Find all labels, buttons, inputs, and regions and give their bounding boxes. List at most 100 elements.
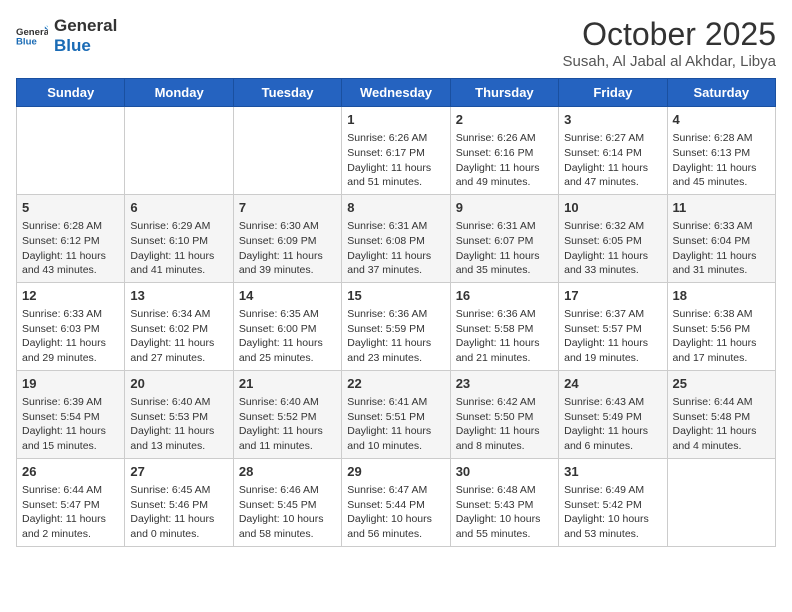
calendar-cell: 9 Sunrise: 6:31 AM Sunset: 6:07 PM Daylig…: [450, 194, 558, 282]
calendar-cell: 3 Sunrise: 6:27 AM Sunset: 6:14 PM Daylig…: [559, 107, 667, 195]
day-number: 29: [347, 463, 444, 481]
calendar-cell: 8 Sunrise: 6:31 AM Sunset: 6:08 PM Daylig…: [342, 194, 450, 282]
day-info: Sunrise: 6:49 AM Sunset: 5:42 PM Dayligh…: [564, 483, 661, 542]
calendar-body: 1 Sunrise: 6:26 AM Sunset: 6:17 PM Daylig…: [17, 107, 776, 547]
calendar-cell: 17Sunrise: 6:37 AM Sunset: 5:57 PM Dayli…: [559, 282, 667, 370]
day-info: Sunrise: 6:32 AM Sunset: 6:05 PM Dayligh…: [564, 219, 661, 278]
day-number: 26: [22, 463, 119, 481]
calendar-cell: [667, 458, 775, 546]
day-info: Sunrise: 6:40 AM Sunset: 5:52 PM Dayligh…: [239, 395, 336, 454]
calendar-cell: 15 Sunrise: 6:36 AM Sunset: 5:59 PM Dayli…: [342, 282, 450, 370]
location-subtitle: Susah, Al Jabal al Akhdar, Libya: [563, 53, 776, 70]
day-number: 25: [673, 375, 770, 393]
day-info: Sunrise: 6:36 AM Sunset: 5:58 PM Dayligh…: [456, 307, 553, 366]
weekday-header-friday: Friday: [559, 79, 667, 107]
logo: General Blue General Blue: [16, 16, 117, 57]
calendar-cell: 2Sunrise: 6:26 AM Sunset: 6:16 PM Daylig…: [450, 107, 558, 195]
day-number: 11: [673, 199, 770, 217]
month-title: October 2025: [563, 16, 776, 53]
logo-svg: General Blue: [16, 20, 48, 52]
day-number: 14: [239, 287, 336, 305]
calendar-cell: [125, 107, 233, 195]
weekday-header-saturday: Saturday: [667, 79, 775, 107]
logo-general-text: General: [54, 16, 117, 36]
calendar-cell: 6 Sunrise: 6:29 AM Sunset: 6:10 PM Daylig…: [125, 194, 233, 282]
calendar-cell: 4 Sunrise: 6:28 AM Sunset: 6:13 PM Daylig…: [667, 107, 775, 195]
day-number: 23: [456, 375, 553, 393]
day-info: Sunrise: 6:33 AM Sunset: 6:03 PM Dayligh…: [22, 307, 119, 366]
calendar-cell: 11Sunrise: 6:33 AM Sunset: 6:04 PM Dayli…: [667, 194, 775, 282]
calendar-week-3: 19Sunrise: 6:39 AM Sunset: 5:54 PM Dayli…: [17, 370, 776, 458]
day-number: 1: [347, 111, 444, 129]
day-number: 31: [564, 463, 661, 481]
day-info: Sunrise: 6:27 AM Sunset: 6:14 PM Dayligh…: [564, 131, 661, 190]
calendar-header: SundayMondayTuesdayWednesdayThursdayFrid…: [17, 79, 776, 107]
day-number: 8: [347, 199, 444, 217]
day-number: 30: [456, 463, 553, 481]
day-number: 20: [130, 375, 227, 393]
day-number: 9: [456, 199, 553, 217]
calendar-cell: 12 Sunrise: 6:33 AM Sunset: 6:03 PM Dayli…: [17, 282, 125, 370]
weekday-header-tuesday: Tuesday: [233, 79, 341, 107]
calendar-cell: 14 Sunrise: 6:35 AM Sunset: 6:00 PM Dayli…: [233, 282, 341, 370]
calendar-cell: 24 Sunrise: 6:43 AM Sunset: 5:49 PM Dayli…: [559, 370, 667, 458]
calendar-week-0: 1 Sunrise: 6:26 AM Sunset: 6:17 PM Daylig…: [17, 107, 776, 195]
calendar-week-4: 26 Sunrise: 6:44 AM Sunset: 5:47 PM Dayli…: [17, 458, 776, 546]
day-info: Sunrise: 6:28 AM Sunset: 6:13 PM Dayligh…: [673, 131, 770, 190]
day-info: Sunrise: 6:31 AM Sunset: 6:07 PM Dayligh…: [456, 219, 553, 278]
day-number: 27: [130, 463, 227, 481]
day-info: Sunrise: 6:46 AM Sunset: 5:45 PM Dayligh…: [239, 483, 336, 542]
day-number: 12: [22, 287, 119, 305]
day-info: Sunrise: 6:47 AM Sunset: 5:44 PM Dayligh…: [347, 483, 444, 542]
calendar-cell: 5 Sunrise: 6:28 AM Sunset: 6:12 PM Daylig…: [17, 194, 125, 282]
calendar-cell: 25Sunrise: 6:44 AM Sunset: 5:48 PM Dayli…: [667, 370, 775, 458]
svg-text:Blue: Blue: [16, 37, 37, 48]
day-info: Sunrise: 6:28 AM Sunset: 6:12 PM Dayligh…: [22, 219, 119, 278]
day-number: 7: [239, 199, 336, 217]
calendar-cell: 21 Sunrise: 6:40 AM Sunset: 5:52 PM Dayli…: [233, 370, 341, 458]
day-info: Sunrise: 6:45 AM Sunset: 5:46 PM Dayligh…: [130, 483, 227, 542]
day-info: Sunrise: 6:48 AM Sunset: 5:43 PM Dayligh…: [456, 483, 553, 542]
day-number: 4: [673, 111, 770, 129]
day-number: 16: [456, 287, 553, 305]
calendar-cell: 30 Sunrise: 6:48 AM Sunset: 5:43 PM Dayli…: [450, 458, 558, 546]
day-number: 6: [130, 199, 227, 217]
day-number: 24: [564, 375, 661, 393]
day-number: 13: [130, 287, 227, 305]
day-number: 15: [347, 287, 444, 305]
calendar-cell: 18Sunrise: 6:38 AM Sunset: 5:56 PM Dayli…: [667, 282, 775, 370]
day-number: 5: [22, 199, 119, 217]
day-info: Sunrise: 6:43 AM Sunset: 5:49 PM Dayligh…: [564, 395, 661, 454]
day-info: Sunrise: 6:26 AM Sunset: 6:17 PM Dayligh…: [347, 131, 444, 190]
calendar-cell: 19Sunrise: 6:39 AM Sunset: 5:54 PM Dayli…: [17, 370, 125, 458]
day-info: Sunrise: 6:30 AM Sunset: 6:09 PM Dayligh…: [239, 219, 336, 278]
calendar-cell: 10 Sunrise: 6:32 AM Sunset: 6:05 PM Dayli…: [559, 194, 667, 282]
calendar-cell: 1 Sunrise: 6:26 AM Sunset: 6:17 PM Daylig…: [342, 107, 450, 195]
calendar-cell: 16 Sunrise: 6:36 AM Sunset: 5:58 PM Dayli…: [450, 282, 558, 370]
logo-blue-text: Blue: [54, 36, 117, 56]
day-info: Sunrise: 6:44 AM Sunset: 5:47 PM Dayligh…: [22, 483, 119, 542]
day-info: Sunrise: 6:40 AM Sunset: 5:53 PM Dayligh…: [130, 395, 227, 454]
calendar-cell: 27 Sunrise: 6:45 AM Sunset: 5:46 PM Dayli…: [125, 458, 233, 546]
day-info: Sunrise: 6:35 AM Sunset: 6:00 PM Dayligh…: [239, 307, 336, 366]
weekday-header-wednesday: Wednesday: [342, 79, 450, 107]
calendar-cell: 23 Sunrise: 6:42 AM Sunset: 5:50 PM Dayli…: [450, 370, 558, 458]
day-number: 28: [239, 463, 336, 481]
calendar-table: SundayMondayTuesdayWednesdayThursdayFrid…: [16, 78, 776, 547]
day-number: 22: [347, 375, 444, 393]
day-number: 10: [564, 199, 661, 217]
day-number: 2: [456, 111, 553, 129]
day-info: Sunrise: 6:31 AM Sunset: 6:08 PM Dayligh…: [347, 219, 444, 278]
day-number: 3: [564, 111, 661, 129]
day-number: 21: [239, 375, 336, 393]
day-info: Sunrise: 6:29 AM Sunset: 6:10 PM Dayligh…: [130, 219, 227, 278]
calendar-week-1: 5 Sunrise: 6:28 AM Sunset: 6:12 PM Daylig…: [17, 194, 776, 282]
calendar-week-2: 12 Sunrise: 6:33 AM Sunset: 6:03 PM Dayli…: [17, 282, 776, 370]
calendar-cell: [17, 107, 125, 195]
day-info: Sunrise: 6:42 AM Sunset: 5:50 PM Dayligh…: [456, 395, 553, 454]
calendar-cell: 31 Sunrise: 6:49 AM Sunset: 5:42 PM Dayli…: [559, 458, 667, 546]
day-info: Sunrise: 6:34 AM Sunset: 6:02 PM Dayligh…: [130, 307, 227, 366]
weekday-header-thursday: Thursday: [450, 79, 558, 107]
day-info: Sunrise: 6:36 AM Sunset: 5:59 PM Dayligh…: [347, 307, 444, 366]
page-header: General Blue General Blue October 2025 S…: [16, 16, 776, 70]
